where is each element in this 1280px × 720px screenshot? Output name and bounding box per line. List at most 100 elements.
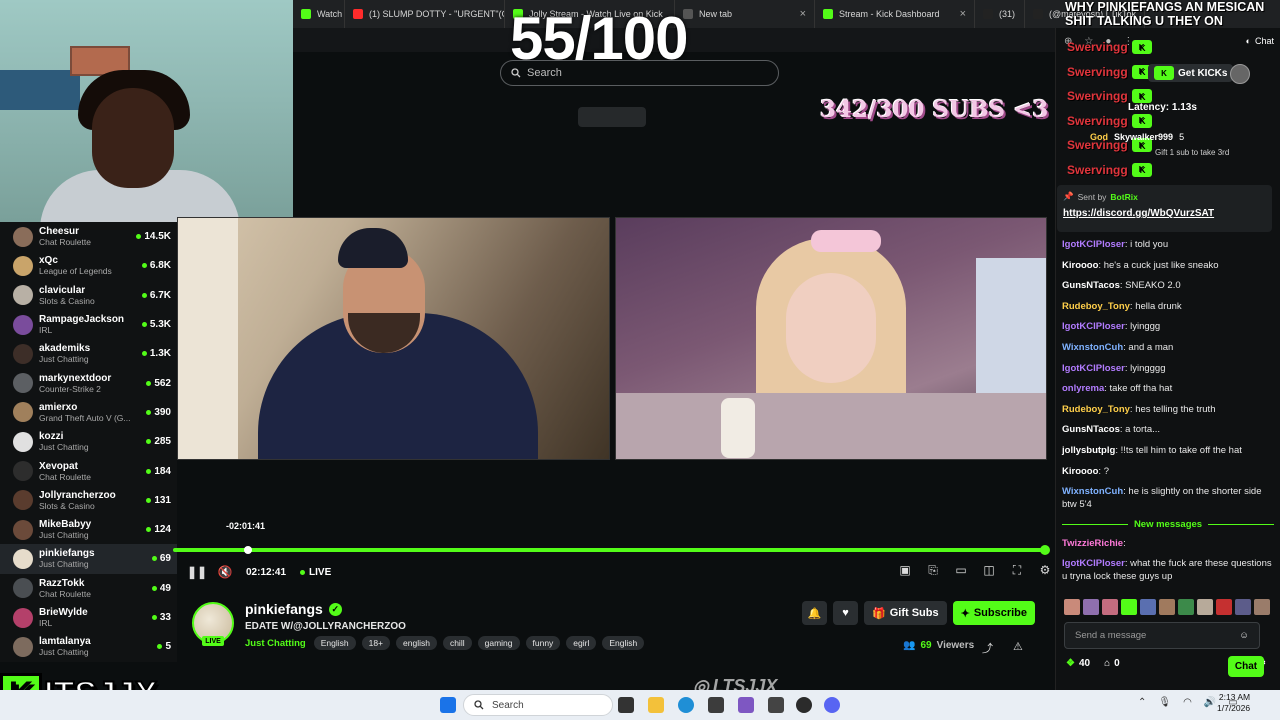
stream-tag[interactable]: english	[396, 636, 437, 650]
gift-subs-button[interactable]: 🎁 Gift Subs	[864, 601, 947, 625]
new-messages-divider[interactable]: New messages	[1062, 519, 1274, 530]
chat-username[interactable]: WixnstonCuh	[1062, 486, 1123, 497]
chat-username[interactable]: IgotKCIPloser	[1062, 321, 1125, 332]
emote-icon[interactable]	[1216, 599, 1232, 615]
clock[interactable]: 2:13 AM 1/7/2026	[1217, 692, 1250, 714]
close-tab-icon[interactable]: ×	[792, 8, 806, 20]
windows-start-icon[interactable]	[440, 697, 456, 713]
emote-bar[interactable]	[1064, 599, 1270, 615]
close-tab-icon[interactable]: ×	[952, 8, 966, 20]
follow-button[interactable]: ♥	[833, 601, 858, 625]
obs-icon[interactable]	[796, 697, 812, 713]
emote-icon[interactable]	[1254, 599, 1270, 615]
emote-icon[interactable]	[1102, 599, 1118, 615]
emote-icon[interactable]	[1140, 599, 1156, 615]
chat-username[interactable]: onlyrema	[1062, 383, 1104, 394]
mute-icon[interactable]: 🔇	[218, 565, 233, 579]
stream-tag[interactable]: egirl	[566, 636, 597, 650]
sidebar-channel-cheesur[interactable]: Cheesur Chat Roulette 14.5K	[0, 222, 177, 251]
sidebar-channel-lamtalanya[interactable]: lamtalanya Just Chatting 5	[0, 632, 177, 661]
stream-tag[interactable]: gaming	[477, 636, 520, 650]
report-icon[interactable]: ⚠	[1013, 640, 1023, 653]
chat-username[interactable]: WixnstonCuh	[1062, 342, 1123, 353]
chat-username[interactable]: Rudeboy_Tony	[1062, 301, 1130, 312]
chat-username[interactable]: GunsNTacos	[1062, 424, 1120, 435]
discord-icon[interactable]	[824, 697, 840, 713]
video-feed-right[interactable]	[615, 217, 1047, 460]
video-feed-left[interactable]	[177, 217, 610, 460]
mic-icon[interactable]: 🎙	[1158, 697, 1171, 708]
browser-tab[interactable]: (1) SLUMP DOTTY - "URGENT"(ON×	[345, 0, 505, 28]
miniplayer-icon[interactable]: ◫	[982, 563, 996, 577]
volume-icon[interactable]: 🔊	[1204, 697, 1216, 708]
sidebar-channel-briewylde[interactable]: BrieWylde IRL 33	[0, 603, 177, 632]
chat-username[interactable]: IgotKCIPloser	[1062, 558, 1125, 569]
clip-icon[interactable]: ⎘	[926, 563, 940, 577]
chat-username[interactable]: Kiroooo	[1062, 260, 1098, 271]
emote-icon[interactable]	[1121, 599, 1137, 615]
stream-tag[interactable]: chill	[442, 636, 472, 650]
send-chat-button[interactable]: Chat	[1228, 656, 1264, 677]
subscribe-button[interactable]: ✦ Subscribe	[952, 601, 1035, 625]
emote-icon[interactable]	[1159, 599, 1175, 615]
settings-gear-icon[interactable]: ⚙	[1038, 563, 1052, 577]
chat-input[interactable]: Send a message ☺	[1064, 622, 1260, 649]
sidebar-channel-pinkiefangs[interactable]: pinkiefangs Just Chatting 69	[0, 544, 177, 574]
sidebar-channel-xevopat[interactable]: Xevopat Chat Roulette 184	[0, 456, 177, 485]
emote-icon[interactable]	[1197, 599, 1213, 615]
emote-icon[interactable]	[1235, 599, 1251, 615]
emote-icon[interactable]	[1064, 599, 1080, 615]
chat-username[interactable]: IgotKCIPloser	[1062, 363, 1125, 374]
share-icon[interactable]: ⤴	[982, 640, 993, 656]
stream-tag[interactable]: English	[602, 636, 645, 650]
wifi-icon[interactable]: ◠	[1183, 697, 1192, 708]
stream-tag[interactable]: 18+	[361, 636, 391, 650]
sidebar-channel-xqc[interactable]: xQc League of Legends 6.8K	[0, 251, 177, 280]
stream-tag[interactable]: English	[313, 636, 356, 650]
edge-icon[interactable]	[678, 697, 694, 713]
task-view-icon[interactable]	[618, 697, 634, 713]
sidebar-channel-amierxo[interactable]: amierxo Grand Theft Auto V (G... 390	[0, 398, 177, 427]
pinned-discord-link[interactable]: https://discord.gg/WbQVurzSAT	[1063, 208, 1266, 219]
browser-tab[interactable]: Watch L×	[293, 0, 345, 28]
chevron-up-icon[interactable]: ⌃	[1138, 697, 1146, 708]
search-input[interactable]: Search	[500, 60, 779, 86]
user-avatar[interactable]	[1230, 64, 1250, 84]
chat-username[interactable]: IgotKCIPloser	[1062, 239, 1125, 250]
chat-username[interactable]: GunsNTacos	[1062, 280, 1120, 291]
browser-chat-button[interactable]: ◐ Chat	[1246, 36, 1280, 46]
redeem-icon[interactable]: ⌂	[1104, 658, 1110, 669]
app-icon[interactable]	[738, 697, 754, 713]
sidebar-channel-markynextdoor[interactable]: markynextdoor Counter-Strike 2 562	[0, 368, 177, 397]
sidebar-channel-rampagejackson[interactable]: RampageJackson IRL 5.3K	[0, 310, 177, 339]
live-indicator[interactable]: LIVE	[300, 567, 331, 578]
theater-icon[interactable]: ▭	[954, 563, 968, 577]
chat-username[interactable]: TwizzieRichie	[1062, 538, 1123, 549]
emoji-icon[interactable]: ☺	[1239, 630, 1249, 641]
browser-tab[interactable]: New tab ×	[675, 0, 815, 28]
sidebar-channel-mikebabyy[interactable]: MikeBabyy Just Chatting 124	[0, 515, 177, 544]
fullscreen-icon[interactable]: ⛶	[1010, 563, 1024, 577]
notification-bell-button[interactable]: 🔔	[802, 601, 827, 625]
file-explorer-icon[interactable]	[648, 697, 664, 713]
pip-icon[interactable]: ▣	[898, 563, 912, 577]
progress-knob[interactable]	[1040, 545, 1050, 555]
emote-icon[interactable]	[1178, 599, 1194, 615]
get-kicks-button[interactable]: K Get KICKs	[1148, 64, 1234, 82]
emote-icon[interactable]	[1083, 599, 1099, 615]
chat-username[interactable]: Rudeboy_Tony	[1062, 404, 1130, 415]
category-link[interactable]: Just Chatting	[245, 638, 306, 649]
chat-username[interactable]: Kiroooo	[1062, 466, 1098, 477]
sidebar-channel-akademiks[interactable]: akademiks Just Chatting 1.3K	[0, 339, 177, 368]
progress-bar[interactable]	[173, 548, 1045, 552]
stream-tag[interactable]: funny	[525, 636, 561, 650]
explorer-icon[interactable]	[768, 697, 784, 713]
browser-tab[interactable]: Stream - Kick Dashboard ×	[815, 0, 975, 28]
sidebar-channel-jollyrancherzoo[interactable]: Jollyrancherzoo Slots & Casino 131	[0, 486, 177, 515]
sidebar-channel-kozzi[interactable]: kozzi Just Chatting 285	[0, 427, 177, 456]
taskbar-search[interactable]: Search	[463, 694, 613, 716]
sidebar-channel-razztokk[interactable]: RazzTokk Chat Roulette 49	[0, 574, 177, 603]
points-icon[interactable]: ❖	[1066, 658, 1075, 669]
sidebar-channel-clavicular[interactable]: clavicular Slots & Casino 6.7K	[0, 281, 177, 310]
streamer-name[interactable]: pinkiefangs	[245, 601, 323, 617]
